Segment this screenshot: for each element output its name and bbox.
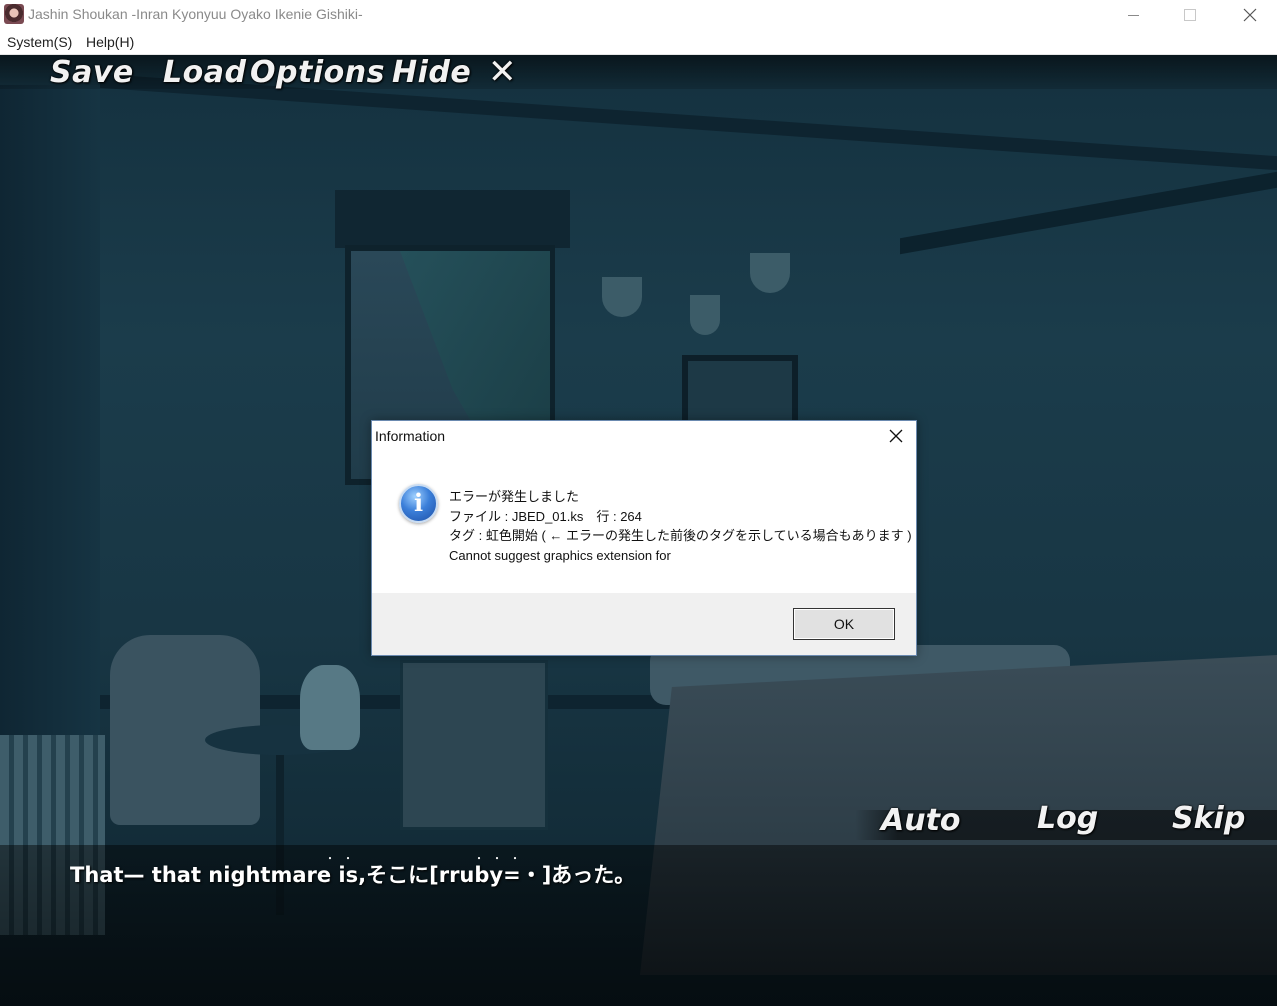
info-icon: i xyxy=(399,484,438,523)
maximize-button[interactable] xyxy=(1167,0,1213,30)
teapot xyxy=(300,665,360,750)
dialog-close-button[interactable] xyxy=(875,421,917,451)
minimize-button[interactable] xyxy=(1110,0,1156,30)
auto-button[interactable]: Auto xyxy=(881,803,961,838)
tag-line: タグ : 虹色開始 ( ← エラーの発生した前後のタグを示している場合もあります… xyxy=(449,528,912,543)
ceiling-lamp xyxy=(600,225,800,345)
skip-button[interactable]: Skip xyxy=(1172,801,1245,836)
ok-button[interactable]: OK xyxy=(793,608,895,640)
app-icon xyxy=(4,4,24,24)
detail-line: Cannot suggest graphics extension for xyxy=(449,547,671,563)
menu-bar: System(S) Help(H) xyxy=(0,30,1277,55)
dialogue-text: That— that nightmare is,そこに[rruby=・]あった。 xyxy=(70,863,636,887)
log-button[interactable]: Log xyxy=(1037,801,1098,836)
load-button[interactable]: Load xyxy=(163,55,246,90)
menu-system[interactable]: System(S) xyxy=(7,34,72,50)
dialog-message: エラーが発生しました ファイル : JBED_01.ks 行 : 264 タグ … xyxy=(449,487,912,565)
close-icon xyxy=(889,429,903,443)
save-button[interactable]: Save xyxy=(50,55,134,90)
file-line: ファイル : JBED_01.ks 行 : 264 xyxy=(449,508,642,524)
options-button[interactable]: Options xyxy=(250,55,385,90)
title-bar: Jashin Shoukan -Inran Kyonyuu Oyako Iken… xyxy=(0,0,1277,30)
close-window-button[interactable] xyxy=(1227,0,1273,30)
close-menu-icon[interactable]: ✕ xyxy=(488,55,517,92)
dialog-footer: OK xyxy=(372,593,916,655)
suitcase xyxy=(400,660,548,830)
menu-help[interactable]: Help(H) xyxy=(86,34,134,50)
game-menu-bar: Save Load Options Hide ✕ xyxy=(0,55,1277,92)
error-line: エラーが発生しました xyxy=(449,489,580,504)
window-title: Jashin Shoukan -Inran Kyonyuu Oyako Iken… xyxy=(28,6,363,22)
hide-button[interactable]: Hide xyxy=(392,55,471,90)
information-dialog: Information i エラーが発生しました ファイル : JBED_01.… xyxy=(371,420,917,656)
close-icon xyxy=(1243,8,1257,22)
wall-molding xyxy=(900,171,1277,255)
window-valance xyxy=(335,190,570,248)
dialog-title: Information xyxy=(375,428,446,444)
